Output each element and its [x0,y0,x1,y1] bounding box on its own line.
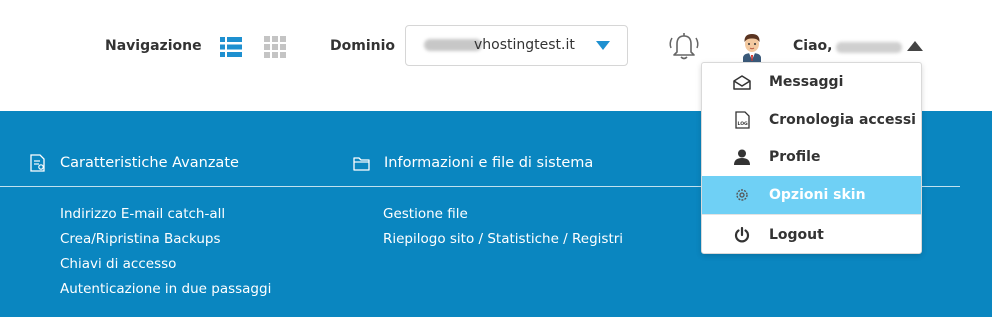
menu-item-profile[interactable]: Profile [702,138,921,176]
link-catch-all-email[interactable]: Indirizzo E-mail catch-all [60,205,271,230]
menu-item-access-history[interactable]: LOG Cronologia accessi [702,101,921,139]
user-avatar-icon[interactable] [737,30,767,64]
section-title: Informazioni e file di sistema [384,155,594,171]
menu-item-label: Cronologia accessi [769,112,916,128]
svg-text:LOG: LOG [737,121,748,127]
domain-value: vhostingtest.it [474,37,575,53]
notification-bell-icon[interactable] [667,30,701,62]
domain-label: Dominio [330,38,396,54]
folder-icon [353,156,370,171]
link-access-keys[interactable]: Chiavi di accesso [60,255,271,280]
advanced-features-links: Indirizzo E-mail catch-all Crea/Ripristi… [60,205,271,305]
power-icon [731,224,753,246]
menu-item-label: Profile [769,149,821,165]
section-system-info: Informazioni e file di sistema [353,151,593,175]
caret-up-icon[interactable] [907,41,923,51]
envelope-icon [731,71,753,93]
navigation-label: Navigazione [105,38,202,54]
username-redacted [836,42,902,53]
user-greeting[interactable]: Ciao, [793,38,832,54]
gear-icon [731,184,753,206]
domain-select[interactable]: vhostingtest.it [405,25,628,66]
chevron-down-icon [596,41,610,50]
menu-divider [702,214,921,215]
user-dropdown-menu: Messaggi LOG Cronologia accessi Profile … [701,62,922,254]
menu-item-label: Logout [769,227,824,243]
section-advanced-features: Caratteristiche Avanzate [30,151,239,175]
menu-item-label: Opzioni skin [769,187,866,203]
document-settings-icon [30,154,45,172]
menu-item-logout[interactable]: Logout [702,216,921,254]
log-file-icon: LOG [731,109,753,131]
user-icon [731,146,753,168]
link-site-summary[interactable]: Riepilogo sito / Statistiche / Registri [383,230,623,255]
section-title: Caratteristiche Avanzate [60,155,239,171]
system-info-links: Gestione file Riepilogo sito / Statistic… [383,205,623,255]
menu-item-label: Messaggi [769,74,844,90]
menu-item-skin-options[interactable]: Opzioni skin [702,176,921,214]
list-view-icon[interactable] [220,36,242,58]
grid-view-icon[interactable] [264,36,286,58]
menu-item-messages[interactable]: Messaggi [702,63,921,101]
link-file-manager[interactable]: Gestione file [383,205,623,230]
link-backups[interactable]: Crea/Ripristina Backups [60,230,271,255]
link-two-factor-auth[interactable]: Autenticazione in due passaggi [60,280,271,305]
